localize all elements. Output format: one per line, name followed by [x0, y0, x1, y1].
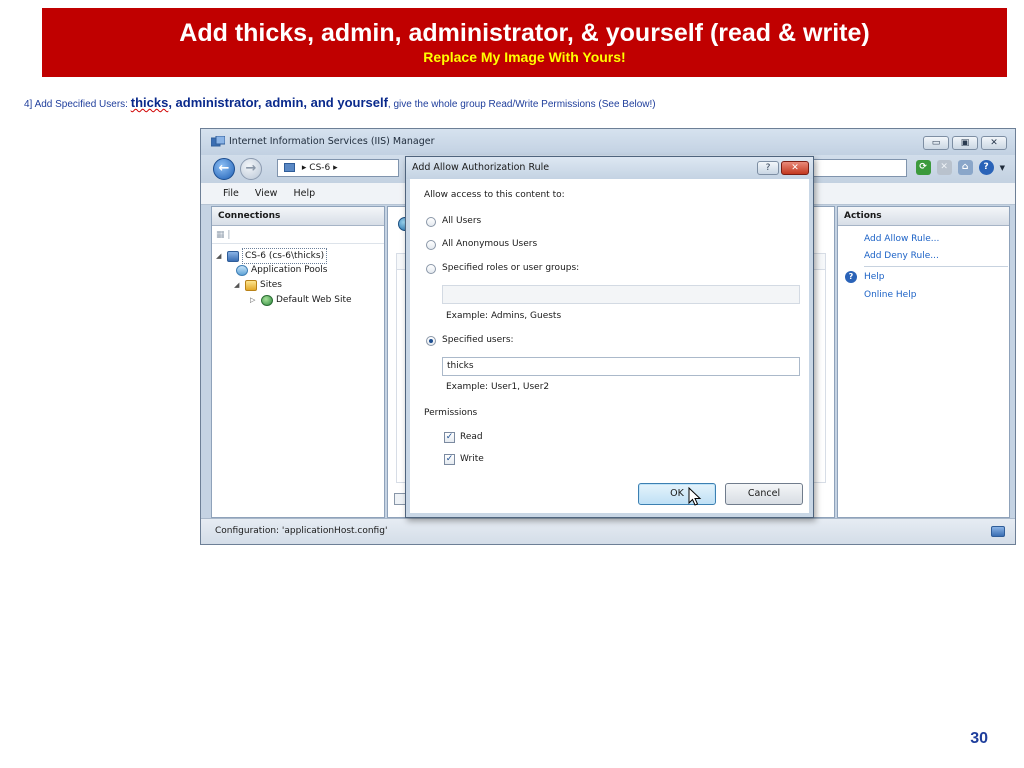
page-number: 30 [970, 730, 988, 747]
all-anonymous-users-label[interactable]: All Anonymous Users [442, 239, 537, 249]
add-allow-rule-dialog: Add Allow Authorization Rule ? ✕ Allow a… [405, 156, 814, 518]
radio-specified-users[interactable] [426, 336, 436, 346]
address-box-tail[interactable] [813, 159, 907, 177]
tree-item-sites[interactable]: ◢ Sites [234, 278, 282, 292]
access-prompt: Allow access to this content to: [424, 190, 565, 200]
menu-file[interactable]: File [223, 188, 239, 199]
breadcrumb-node[interactable]: CS-6 [309, 163, 330, 173]
breadcrumb-trailing[interactable]: ▸ [333, 163, 338, 173]
forward-icon[interactable]: → [240, 158, 262, 180]
server-icon [284, 163, 295, 172]
dialog-titlebar[interactable]: Add Allow Authorization Rule ? ✕ [406, 157, 813, 179]
menu-help[interactable]: Help [293, 188, 315, 199]
tree-item-label: CS-6 (cs-6\thicks) [242, 248, 328, 264]
website-globe-icon [261, 294, 273, 306]
minimize-button[interactable]: ▭ [923, 136, 949, 150]
add-allow-rule-link[interactable]: Add Allow Rule... [864, 234, 939, 244]
radio-all-users[interactable] [426, 217, 436, 227]
window-controls: ▭ ▣ ✕ [923, 136, 1007, 150]
status-bar: Configuration: 'applicationHost.config' [201, 518, 1015, 544]
tree-item-label: Default Web Site [276, 295, 352, 305]
toolbar-divider: | [227, 230, 231, 240]
specified-roles-label[interactable]: Specified roles or user groups: [442, 263, 579, 273]
specified-users-label[interactable]: Specified users: [442, 335, 514, 345]
instruction-emphasis-thicks: thicks [130, 95, 169, 110]
dialog-help-button[interactable]: ? [757, 161, 779, 175]
mouse-pointer-icon [688, 487, 702, 506]
roles-example: Example: Admins, Guests [446, 311, 562, 321]
permissions-label: Permissions [424, 408, 478, 418]
iis-app-icon [211, 136, 225, 147]
connect-icon[interactable]: ▦ [216, 230, 225, 240]
help-icon[interactable]: ? [978, 160, 994, 175]
status-text: Configuration: 'applicationHost.config' [215, 526, 388, 536]
chevron-down-icon[interactable]: ▼ [1000, 164, 1005, 172]
online-help-link[interactable]: Online Help [864, 290, 916, 300]
home-icon[interactable]: ⌂ [957, 160, 973, 175]
read-checkbox[interactable]: ✓ [444, 432, 455, 443]
roles-input[interactable] [442, 285, 800, 304]
tree-item-app-pools[interactable]: Application Pools [236, 263, 327, 277]
actions-header: Actions [838, 207, 1009, 226]
ok-button[interactable]: OK [638, 483, 716, 505]
tree-collapse-icon[interactable]: ▷ [250, 293, 258, 307]
tree-item-default-web-site[interactable]: ▷ Default Web Site [250, 293, 352, 307]
add-deny-rule-link[interactable]: Add Deny Rule... [864, 251, 939, 261]
connections-pane: Connections ▦ | ◢ CS-6 (cs-6\thicks) App… [211, 206, 385, 518]
breadcrumb[interactable]: ▸ CS-6 ▸ [277, 159, 399, 177]
users-example: Example: User1, User2 [446, 382, 550, 392]
slide-title: Add thicks, admin, administrator, & your… [179, 19, 870, 47]
write-checkbox[interactable]: ✓ [444, 454, 455, 465]
write-label[interactable]: Write [460, 454, 484, 464]
connections-header: Connections [212, 207, 384, 226]
server-icon [227, 250, 239, 262]
toolbar-icons: ⟳ ✕ ⌂ ? ▼ [915, 160, 1005, 175]
slide-subtitle: Replace My Image With Yours! [423, 49, 626, 65]
help-icon: ? [845, 271, 857, 283]
menu-view[interactable]: View [255, 188, 278, 199]
close-window-button[interactable]: ✕ [981, 136, 1007, 150]
dialog-title: Add Allow Authorization Rule [412, 162, 550, 173]
instruction-suffix: , give the whole group Read/Write Permis… [387, 99, 656, 110]
tree-expand-icon[interactable]: ◢ [216, 249, 224, 263]
app-pool-icon [236, 264, 248, 276]
cancel-button[interactable]: Cancel [725, 483, 803, 505]
refresh-icon[interactable]: ⟳ [915, 160, 931, 175]
sites-folder-icon [245, 279, 257, 291]
help-link[interactable]: Help [864, 272, 885, 282]
window-title: Internet Information Services (IIS) Mana… [229, 136, 435, 147]
instruction-prefix: 4] Add Specified Users: [24, 99, 131, 110]
actions-pane: Actions Add Allow Rule... Add Deny Rule.… [837, 206, 1010, 518]
back-icon[interactable]: ← [213, 158, 235, 180]
tree-expand-icon[interactable]: ◢ [234, 278, 242, 292]
tree-item-server[interactable]: ◢ CS-6 (cs-6\thicks) [216, 248, 328, 264]
stop-icon[interactable]: ✕ [936, 160, 952, 175]
window-titlebar[interactable]: Internet Information Services (IIS) Mana… [201, 129, 1015, 155]
all-users-label[interactable]: All Users [442, 216, 481, 226]
radio-all-anonymous-users[interactable] [426, 240, 436, 250]
dialog-close-button[interactable]: ✕ [781, 161, 809, 175]
server-status-icon [991, 526, 1005, 537]
radio-specified-roles[interactable] [426, 264, 436, 274]
breadcrumb-separator: ▸ [301, 163, 307, 173]
users-input[interactable]: thicks [442, 357, 800, 376]
dialog-body: Allow access to this content to: All Use… [410, 179, 809, 513]
read-label[interactable]: Read [460, 432, 483, 442]
slide-header: Add thicks, admin, administrator, & your… [42, 8, 1007, 77]
instruction-line: 4] Add Specified Users: thicks, administ… [24, 95, 1014, 110]
actions-divider [864, 266, 1008, 267]
instruction-emphasis-users: , administrator, admin, and yourself [168, 95, 388, 110]
maximize-button[interactable]: ▣ [952, 136, 978, 150]
tree-item-label: Application Pools [251, 265, 328, 275]
tree-item-label: Sites [260, 280, 282, 290]
connections-toolbar: ▦ | [212, 226, 384, 244]
